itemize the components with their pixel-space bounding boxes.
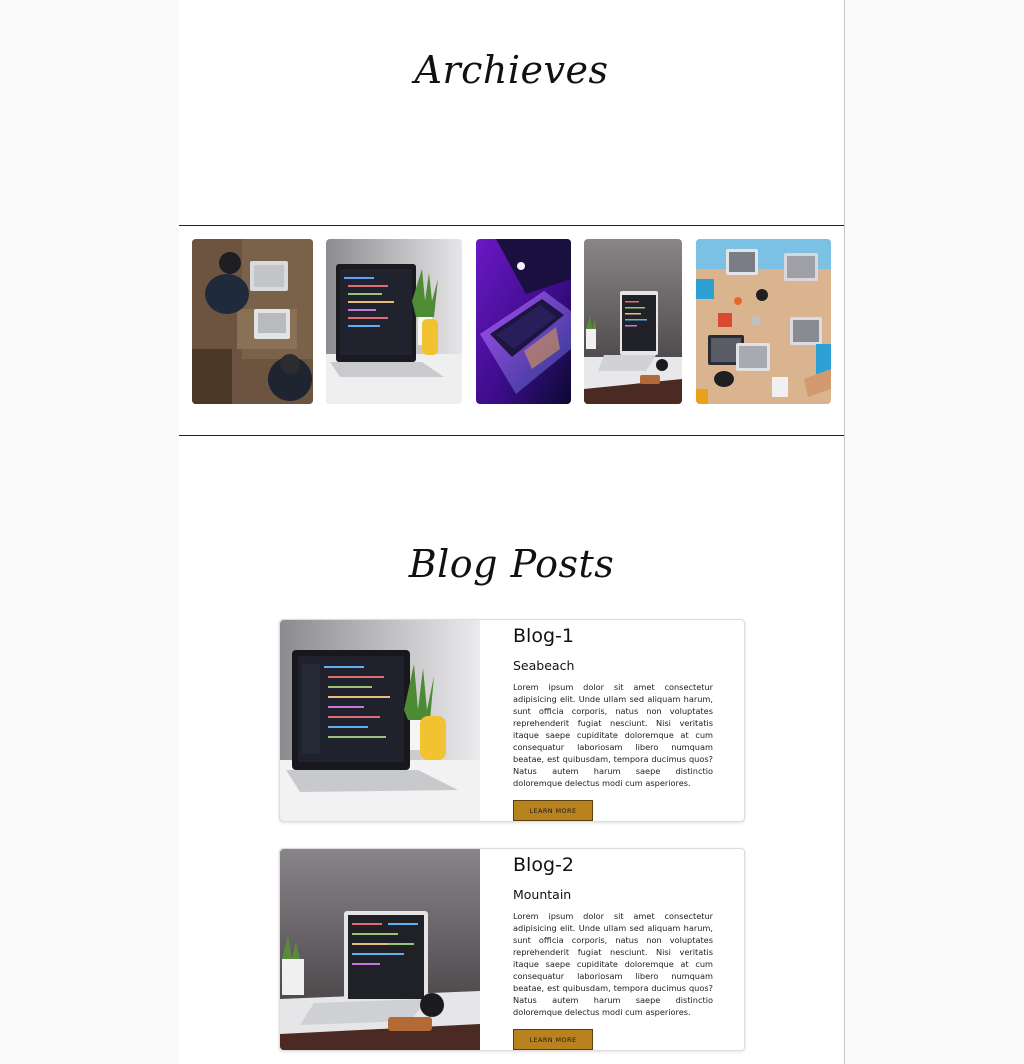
blog-card-image [280,620,480,821]
blog-card-subtitle: Seabeach [513,658,575,673]
learn-more-button[interactable]: LEARN MORE [513,1029,593,1050]
blog-card-text: Lorem ipsum dolor sit amet consectetur a… [513,682,713,788]
thumb-laptop-code-plant [326,239,462,404]
blog-card-image [280,849,480,1050]
thumb-laptop-dark-table [584,239,682,404]
blog-card-title: Blog-1 [513,625,574,647]
blog-card-text: Lorem ipsum dolor sit amet consectetur a… [513,911,713,1017]
blog-card-body: Blog-2 Mountain Lorem ipsum dolor sit am… [513,849,713,1050]
thumb-laptop-purple [476,239,571,404]
blog-card-2: Blog-2 Mountain Lorem ipsum dolor sit am… [279,848,745,1051]
blog-card-1: Blog-1 Seabeach Lorem ipsum dolor sit am… [279,619,745,822]
main-page: Archieves Blog Posts Blog-1 Seabeach Lor… [179,0,845,1064]
blog-card-subtitle: Mountain [513,887,572,902]
blog-posts-title: Blog Posts [408,542,615,586]
divider-top [179,225,844,226]
thumb-people-laptops-desk [192,239,313,404]
blog-card-title: Blog-2 [513,854,574,876]
blog-card-body: Blog-1 Seabeach Lorem ipsum dolor sit am… [513,620,713,821]
archives-title: Archieves [414,48,609,92]
learn-more-button[interactable]: LEARN MORE [513,800,593,821]
thumb-team-laptops-table [696,239,831,404]
divider-bottom [179,435,844,436]
